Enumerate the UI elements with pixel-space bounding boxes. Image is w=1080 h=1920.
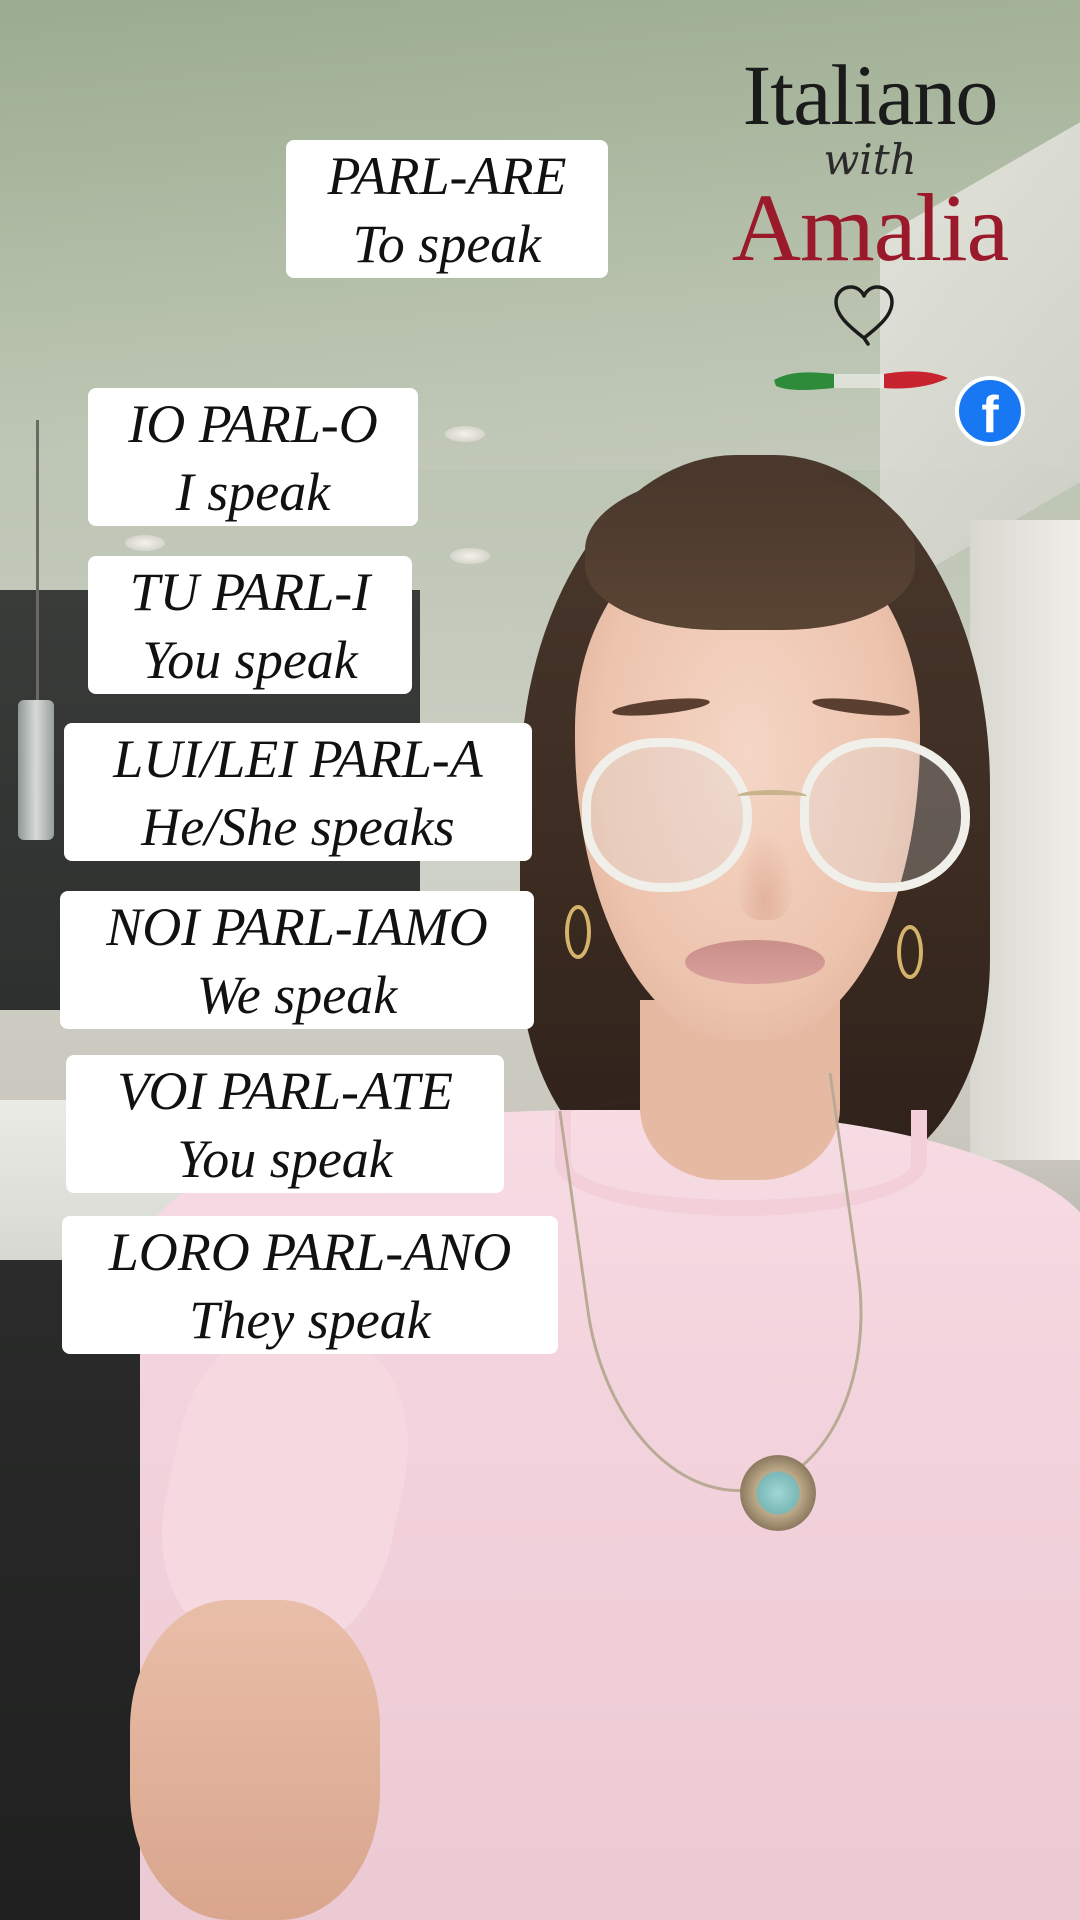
card-verb: VOI PARL-ATE (117, 1061, 453, 1121)
card-translation: He/She speaks (141, 797, 455, 857)
ceiling-light (445, 426, 485, 442)
conjugation-card-io: IO PARL-O I speak (88, 388, 418, 526)
card-verb: LORO PARL-ANO (108, 1222, 512, 1282)
card-translation: To speak (352, 214, 542, 274)
lips (685, 940, 825, 984)
nose (735, 830, 795, 920)
earring (565, 905, 591, 959)
conjugation-card-lui-lei: LUI/LEI PARL-A He/She speaks (64, 723, 532, 861)
conjugation-card-noi: NOI PARL-IAMO We speak (60, 891, 534, 1029)
card-verb: IO PARL-O (128, 394, 378, 454)
facebook-icon[interactable]: f (955, 376, 1025, 446)
earring (897, 925, 923, 979)
conjugation-card-voi: VOI PARL-ATE You speak (66, 1055, 504, 1193)
conjugation-card-tu: TU PARL-I You speak (88, 556, 412, 694)
pendant-lamp (18, 700, 54, 840)
pendant-cord (36, 420, 39, 700)
ceiling-light (125, 535, 165, 551)
brand-title: Italiano (742, 47, 999, 143)
card-verb: TU PARL-I (129, 562, 371, 622)
card-verb: LUI/LEI PARL-A (113, 729, 483, 789)
brand-logo: Italiano with Amalia (720, 50, 1020, 276)
infinitive-card: PARL-ARE To speak (286, 140, 608, 278)
card-verb: NOI PARL-IAMO (106, 897, 488, 957)
card-translation: They speak (189, 1290, 431, 1350)
brand-name: Amalia (731, 174, 1010, 281)
glasses-bridge (737, 790, 807, 803)
heart-outline-icon (834, 285, 894, 346)
card-translation: You speak (177, 1129, 393, 1189)
ceiling-light (450, 548, 490, 564)
card-translation: I speak (175, 462, 331, 522)
card-verb: PARL-ARE (327, 146, 567, 206)
card-translation: You speak (142, 630, 358, 690)
arm (130, 1600, 380, 1920)
sun-pendant (740, 1455, 816, 1531)
italian-flag-icon (774, 371, 948, 390)
glasses-left-lens (582, 738, 752, 892)
glasses-right-lens (800, 738, 970, 892)
bangs (585, 470, 915, 630)
conjugation-card-loro: LORO PARL-ANO They speak (62, 1216, 558, 1354)
card-translation: We speak (196, 965, 398, 1025)
